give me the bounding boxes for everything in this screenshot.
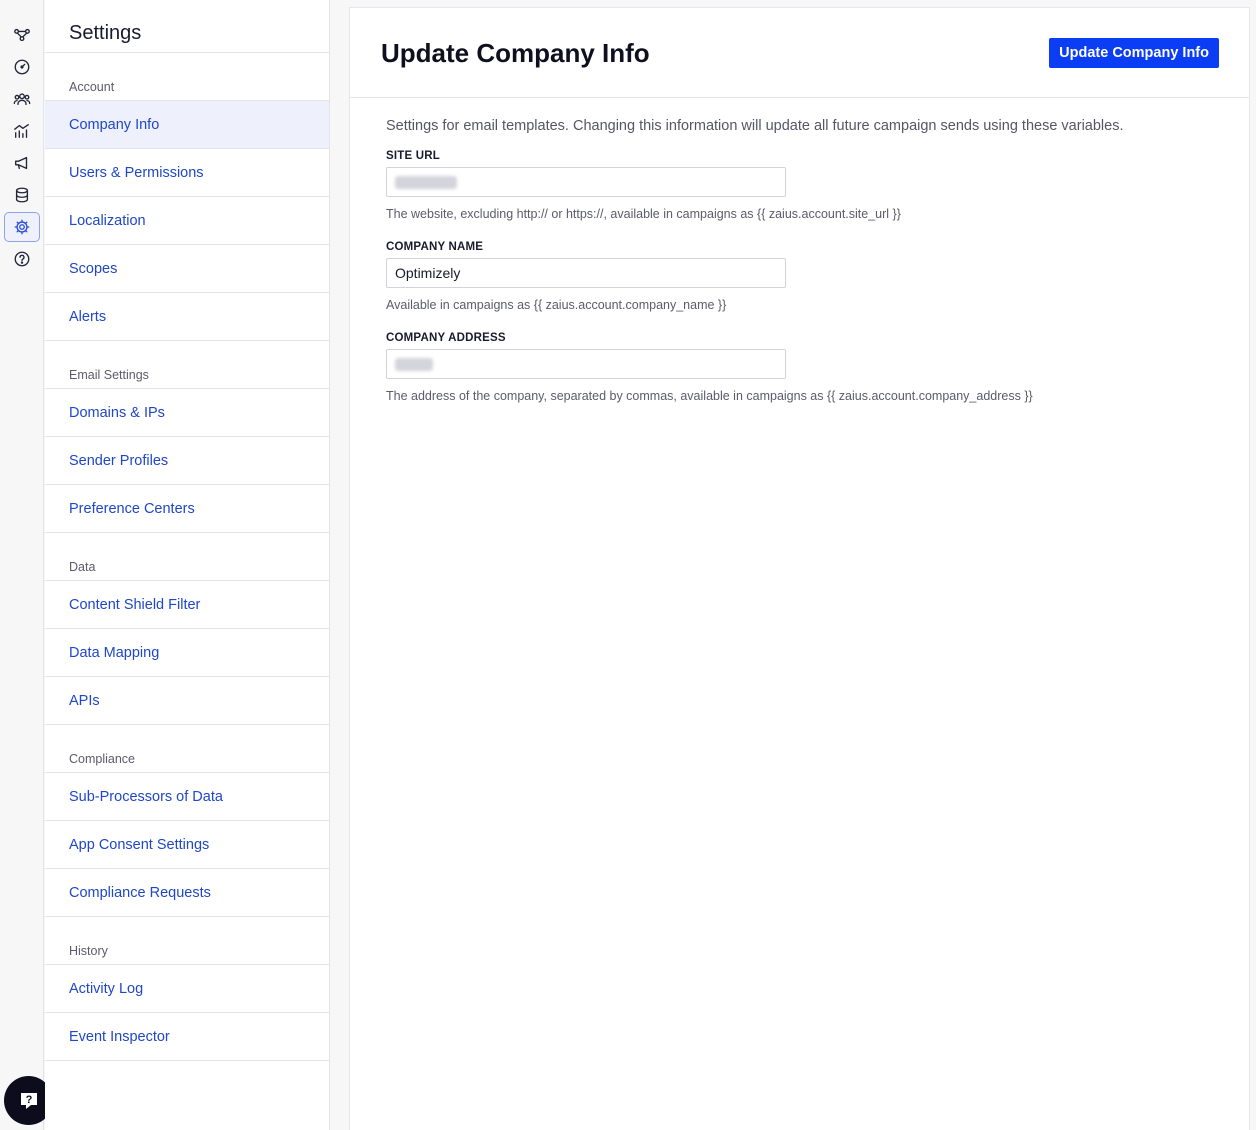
journeys-icon[interactable] xyxy=(4,20,40,50)
chat-help-icon: ? xyxy=(20,1092,37,1109)
company-address-label: COMPANY ADDRESS xyxy=(386,332,506,344)
settings-icon[interactable] xyxy=(4,212,40,242)
nav-item-users-and-permissions[interactable]: Users & Permissions xyxy=(45,149,329,197)
customers-icon[interactable] xyxy=(4,84,40,114)
page-title: Update Company Info xyxy=(381,38,650,68)
nav-section-label: Account xyxy=(45,53,329,101)
settings-sidebar: Settings Account Company Info Users & Perm… xyxy=(45,0,330,1130)
company-name-input[interactable]: Optimizely xyxy=(386,258,786,288)
company-name-help: Available in campaigns as {{ zaius.accou… xyxy=(386,298,727,312)
svg-text:?: ? xyxy=(25,1094,32,1106)
nav-section-label: History xyxy=(45,917,329,965)
nav-section-label: Data xyxy=(45,533,329,581)
settings-title: Settings xyxy=(45,0,329,53)
nav-item-sub-processors-of-data[interactable]: Sub-Processors of Data xyxy=(45,773,329,821)
icon-rail xyxy=(0,0,44,1130)
company-address-help: The address of the company, separated by… xyxy=(386,389,1033,403)
nav-item-event-inspector[interactable]: Event Inspector xyxy=(45,1013,329,1061)
nav-item-domains-and-ips[interactable]: Domains & IPs xyxy=(45,389,329,437)
company-address-input[interactable] xyxy=(386,349,786,379)
nav-item-preference-centers[interactable]: Preference Centers xyxy=(45,485,329,533)
nav-item-data-mapping[interactable]: Data Mapping xyxy=(45,629,329,677)
redacted-value xyxy=(395,357,433,371)
nav-item-app-consent-settings[interactable]: App Consent Settings xyxy=(45,821,329,869)
site-url-input[interactable] xyxy=(386,167,786,197)
nav-item-localization[interactable]: Localization xyxy=(45,197,329,245)
nav-item-content-shield-filter[interactable]: Content Shield Filter xyxy=(45,581,329,629)
update-company-info-button[interactable]: Update Company Info xyxy=(1049,38,1219,68)
site-url-label: SITE URL xyxy=(386,150,440,162)
main-header: Update Company Info Update Company Info xyxy=(350,8,1249,98)
company-name-label: COMPANY NAME xyxy=(386,241,484,253)
nav-item-alerts[interactable]: Alerts xyxy=(45,293,329,341)
dashboard-icon[interactable] xyxy=(4,52,40,82)
nav-section-label: Email Settings xyxy=(45,341,329,389)
site-url-help: The website, excluding http:// or https:… xyxy=(386,207,901,221)
main-panel: Update Company Info Update Company Info … xyxy=(349,7,1250,1130)
nav-section-label: Compliance xyxy=(45,725,329,773)
nav-item-sender-profiles[interactable]: Sender Profiles xyxy=(45,437,329,485)
nav-item-scopes[interactable]: Scopes xyxy=(45,245,329,293)
nav-item-compliance-requests[interactable]: Compliance Requests xyxy=(45,869,329,917)
nav-item-activity-log[interactable]: Activity Log xyxy=(45,965,329,1013)
intro-text: Settings for email templates. Changing t… xyxy=(386,118,1124,134)
nav-item-apis[interactable]: APIs xyxy=(45,677,329,725)
database-icon[interactable] xyxy=(4,180,40,210)
form-content: Settings for email templates. Changing t… xyxy=(350,98,1249,443)
nav-item-company-info[interactable]: Company Info xyxy=(45,101,329,149)
campaigns-icon[interactable] xyxy=(4,148,40,178)
redacted-value xyxy=(395,175,457,189)
analytics-icon[interactable] xyxy=(4,116,40,146)
help-icon[interactable] xyxy=(4,244,40,274)
